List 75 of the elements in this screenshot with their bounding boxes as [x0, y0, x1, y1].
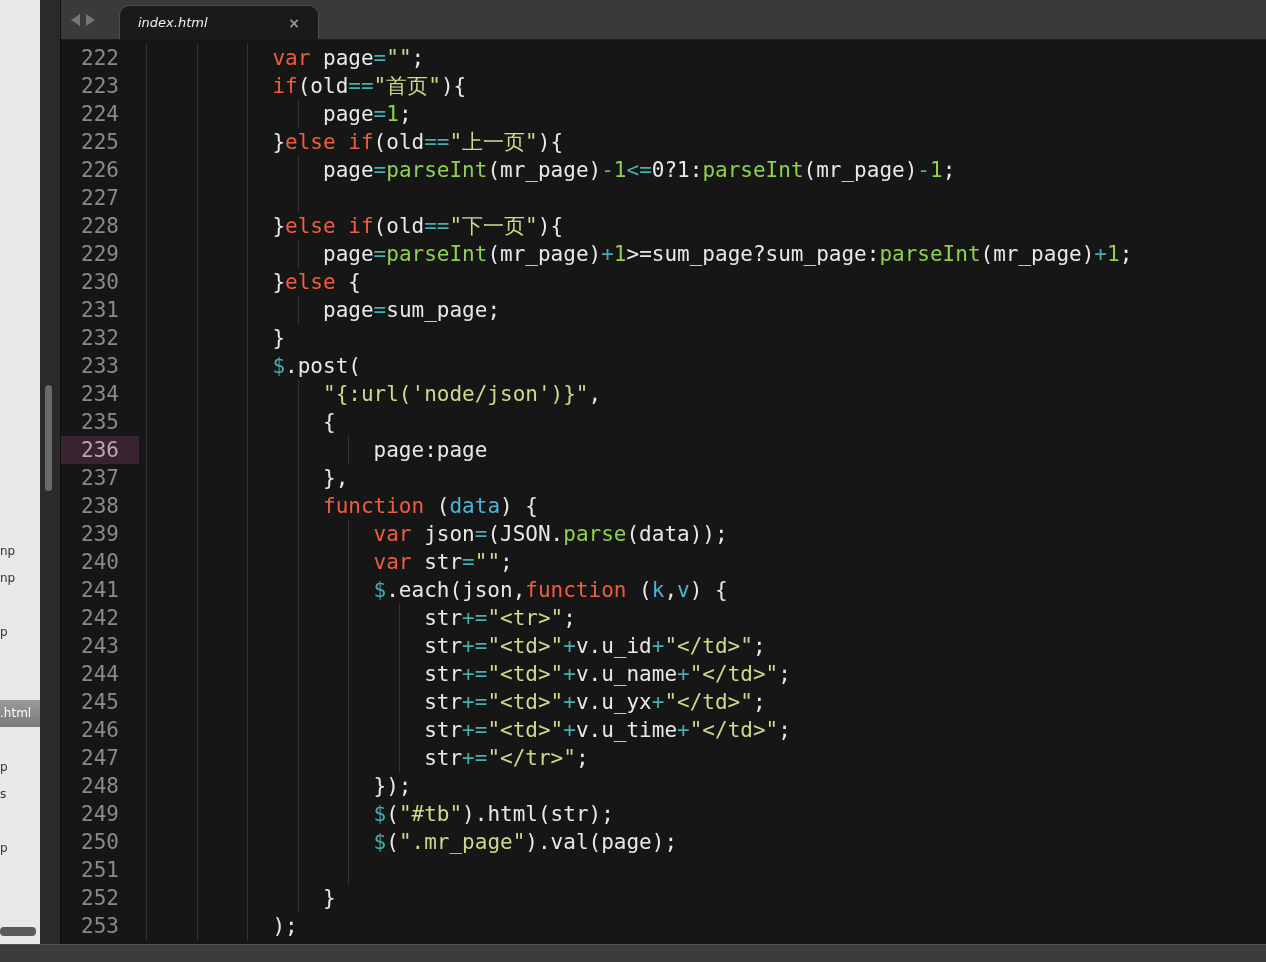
file-item[interactable]: p: [0, 754, 40, 781]
code-line: str+="<td>"+v.u_yx+"</td>";: [424, 689, 766, 716]
code-line: $(".mr_page").val(page);: [373, 829, 678, 856]
line-number: 235: [81, 409, 119, 436]
line-number: 252: [81, 885, 119, 912]
line-number: 239: [81, 521, 119, 548]
line-number: 242: [81, 605, 119, 632]
line-number: 234: [81, 381, 119, 408]
code-line: $.post(: [272, 353, 361, 380]
line-number: 248: [81, 773, 119, 800]
line-number: 230: [81, 269, 119, 296]
code-line: function (data) {: [323, 493, 538, 520]
line-number: 228: [81, 213, 119, 240]
code-line: $.each(json,function (k,v) {: [373, 577, 728, 604]
line-number: 232: [81, 325, 119, 352]
code-line: var page="";: [272, 45, 425, 72]
back-arrow-icon[interactable]: [69, 12, 81, 27]
line-number: 222: [81, 45, 119, 72]
code-line: if(old=="首页"){: [272, 73, 467, 100]
code-line: str+="<tr>";: [424, 605, 576, 632]
line-number: 231: [81, 297, 119, 324]
line-number: 233: [81, 353, 119, 380]
code-line: },: [323, 465, 349, 492]
line-number: 245: [81, 689, 119, 716]
code-line: "{:url('node/json')}",: [323, 381, 602, 408]
line-number: 253: [81, 913, 119, 940]
code-line: str+="</tr>";: [424, 745, 589, 772]
code-line: page:page: [373, 437, 488, 464]
file-item[interactable]: p: [0, 619, 40, 646]
line-number: 243: [81, 633, 119, 660]
line-number: 247: [81, 745, 119, 772]
line-number: 223: [81, 73, 119, 100]
file-item[interactable]: np: [0, 538, 40, 565]
line-number: 227: [81, 185, 119, 212]
line-number: 226: [81, 157, 119, 184]
tab-label: index.html: [138, 15, 208, 30]
code-line: }: [323, 885, 336, 912]
line-number: 240: [81, 549, 119, 576]
code-line: }: [272, 325, 286, 352]
code-line: var json=(JSON.parse(data));: [373, 521, 728, 548]
file-item[interactable]: s: [0, 781, 40, 808]
scrollbar-thumb[interactable]: [45, 385, 52, 491]
line-number: 229: [81, 241, 119, 268]
line-number: 250: [81, 829, 119, 856]
code-line: str+="<td>"+v.u_time+"</td>";: [424, 717, 791, 744]
code-line: page=parseInt(mr_page)+1>=sum_page?sum_page:parseInt(mr_page)+1;: [323, 241, 1133, 268]
code-line: page=parseInt(mr_page)-1<=0?1:parseInt(mr_page)-1;: [323, 157, 956, 184]
scrollbar-thumb[interactable]: [0, 927, 36, 936]
line-number: 246: [81, 717, 119, 744]
line-number: 224: [81, 101, 119, 128]
close-button[interactable]: ×: [288, 14, 300, 31]
code-line: );: [272, 913, 298, 940]
code-line: $("#tb").html(str);: [373, 801, 614, 828]
code-line: str+="<td>"+v.u_id+"</td>";: [424, 633, 766, 660]
line-number: 238: [81, 493, 119, 520]
code-line: var str="";: [373, 549, 513, 576]
forward-arrow-icon[interactable]: [85, 12, 97, 27]
code-line: }else if(old=="下一页"){: [272, 213, 564, 240]
code-line: {: [323, 409, 336, 436]
code-line: page=sum_page;: [323, 297, 501, 324]
code-line: }else if(old=="上一页"){: [272, 129, 564, 156]
file-item[interactable]: np: [0, 565, 40, 592]
line-number: 225: [81, 129, 119, 156]
file-item[interactable]: p: [0, 835, 40, 862]
line-number: 241: [81, 577, 119, 604]
code-line: str+="<td>"+v.u_name+"</td>";: [424, 661, 791, 688]
line-number: 251: [81, 857, 119, 884]
editor-tab[interactable]: index.html ×: [119, 5, 319, 39]
line-number: 244: [81, 661, 119, 688]
line-number: 236: [81, 437, 119, 464]
code-line: });: [373, 773, 412, 800]
line-number: 249: [81, 801, 119, 828]
code-line: }else {: [272, 269, 361, 296]
code-line: page=1;: [323, 101, 412, 128]
line-number: 237: [81, 465, 119, 492]
